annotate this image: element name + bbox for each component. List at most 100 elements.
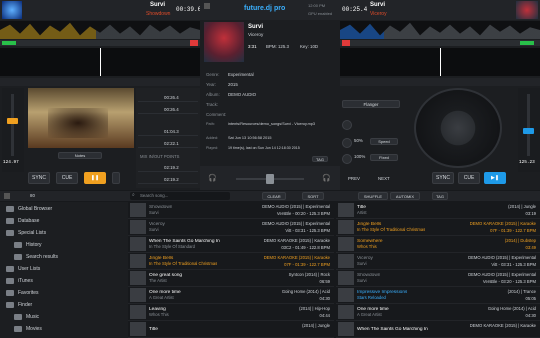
track-info: DEMO KARAOKE (2015) | Karaoke <box>469 221 536 226</box>
list-item[interactable]: One more time A Great Artist Going Home (2… <box>128 287 334 304</box>
left-overview-waveform[interactable] <box>0 21 200 39</box>
list-item[interactable]: One great song The Artist Syntcon (2014) |… <box>128 270 334 287</box>
cover-thumbnail <box>338 203 354 217</box>
shuffle-button[interactable]: SHUFFLE <box>358 192 388 200</box>
sidebar-item[interactable]: iTunes <box>0 275 128 287</box>
sidebar-item[interactable]: Movies <box>0 323 128 335</box>
track-details: 04:30 <box>319 296 330 301</box>
played-value: 19 time(s), last on Sun Jun 14 12:18:30 … <box>228 146 300 150</box>
sidebar-item[interactable]: Finder <box>0 299 128 311</box>
track-artist: Whos This <box>357 244 377 249</box>
left-cue-panel: 00:26.4 00:26.4 01:04.3 02:22.1 MIX IN/O… <box>136 88 200 188</box>
list-item[interactable]: When The Saints Go Marching In DEMO KARAO… <box>336 321 540 338</box>
automix-button[interactable]: AUTOMIX <box>390 192 420 200</box>
sidebar-item[interactable]: Music <box>0 311 128 323</box>
list-item[interactable]: One more time A Great Artist Going Home (2… <box>336 304 540 321</box>
center-key: Key: 10D <box>300 44 318 49</box>
mix-in-point[interactable]: 02:19.2 <box>138 164 198 172</box>
right-fx-knob-1[interactable] <box>342 120 352 130</box>
track-title: When The Saints Go Marching In <box>357 326 428 332</box>
sidebar-item[interactable]: Global Browser <box>0 203 128 215</box>
headphones-right-icon[interactable]: 🎧 <box>322 174 331 182</box>
cover-thumbnail <box>338 271 354 285</box>
search-input[interactable]: ⌕ Search song... <box>130 192 230 200</box>
cover-thumbnail <box>338 237 354 251</box>
left-scrolling-waveform[interactable] <box>0 48 200 76</box>
crossfader-handle[interactable] <box>266 174 274 184</box>
right-scrolling-waveform[interactable] <box>340 48 540 76</box>
list-item[interactable]: Leaving Whos This (2014) | Hip-Hop 04:44 <box>128 304 334 321</box>
list-item[interactable]: Viceroy Survi DEMO AUDIO (2015) | Experime… <box>336 253 540 270</box>
browser-tag-button[interactable]: TAG <box>432 192 448 200</box>
sidebar-item[interactable]: User Lists <box>0 263 128 275</box>
cue-point-1[interactable]: 00:26.4 <box>138 94 198 102</box>
right-fixed-select[interactable]: Fixed <box>370 154 398 161</box>
cue-point-2[interactable]: 00:26.4 <box>138 106 198 114</box>
right-effect-select[interactable]: Flanger <box>342 100 400 108</box>
list-item[interactable]: Showdown Survi DEMO AUDIO (2015) | Experim… <box>128 202 334 219</box>
menu-icon[interactable] <box>204 3 210 9</box>
headphones-left-icon[interactable]: 🎧 <box>208 174 217 182</box>
itunes-icon <box>6 278 14 284</box>
genre-label: Genre: <box>206 72 220 77</box>
right-next-label[interactable]: NEXT <box>378 176 390 181</box>
list-item[interactable]: When The Saints Go Marching In In The Sty… <box>128 236 334 253</box>
meta-comment: Comment: <box>206 112 228 117</box>
left-toolbar-icon[interactable] <box>4 193 10 199</box>
track-info: DEMO AUDIO (2015) | Experimental <box>468 255 536 260</box>
meta-genre: Genre: Experimental <box>206 72 254 77</box>
cover-thumbnail <box>338 322 354 336</box>
cue-time: 02:19.2 <box>164 165 179 170</box>
right-cue-button[interactable]: CUE <box>458 172 480 184</box>
right-fx-knob-3[interactable] <box>342 154 352 164</box>
track-details: 03:19 <box>525 211 536 216</box>
play-pause-icon: ▶❚ <box>490 175 500 181</box>
bpm-filter[interactable]: 80 <box>30 193 35 198</box>
cue-point-4[interactable]: 02:22.1 <box>138 140 198 148</box>
cover-thumbnail <box>338 305 354 319</box>
list-item[interactable]: Viceroy Survi DEMO AUDIO (2015) | Experime… <box>128 219 334 236</box>
list-item[interactable]: Title Artist (2014) | Jungle 03:19 <box>336 202 540 219</box>
sidebar-item[interactable]: Database <box>0 215 128 227</box>
bpm-value: 125.3 <box>277 44 289 49</box>
clear-button[interactable]: CLEAR <box>262 192 286 200</box>
sidebar-item-label: Database <box>18 218 40 224</box>
left-deck-header: Survi Showdown 00:39.6 <box>0 0 201 20</box>
list-item[interactable]: Jingle Bells In The Style Of Traditional … <box>128 253 334 270</box>
left-pitch-slider[interactable] <box>7 118 18 124</box>
track-info: DEMO KARAOKE (2015) | Karaoke <box>263 255 330 260</box>
right-sync-button[interactable]: SYNC <box>432 172 454 184</box>
right-prev-label[interactable]: PREV <box>348 176 360 181</box>
list-item[interactable]: Title (2014) | Jungle <box>128 321 334 338</box>
cue-point-3[interactable]: 01:04.3 <box>138 128 198 136</box>
left-loop-button[interactable] <box>112 172 120 184</box>
left-sync-button[interactable]: SYNC <box>28 172 50 184</box>
sort-button[interactable]: SORT <box>302 192 324 200</box>
right-pitch-slider[interactable] <box>523 128 534 134</box>
list-item[interactable]: Impressive Impressions Stars Reloaded (201… <box>336 287 540 304</box>
left-cue-button[interactable]: CUE <box>56 172 78 184</box>
list-item[interactable]: Showdown Survi DEMO AUDIO (2015) | Experim… <box>336 270 540 287</box>
left-effect-select[interactable]: Notes <box>58 152 102 159</box>
right-speed-select[interactable]: Speed <box>370 138 398 145</box>
cover-thumbnail <box>130 203 146 217</box>
sidebar-item[interactable]: Search results <box>0 251 128 263</box>
center-tag-button[interactable]: TAG <box>312 156 328 162</box>
track-info: (2014) | Jungle <box>508 204 536 209</box>
right-play-button[interactable]: ▶❚ <box>484 172 506 184</box>
right-jog-wheel[interactable] <box>414 88 502 168</box>
list-item[interactable]: Jingle Bells In The Style Of Traditional … <box>336 219 540 236</box>
sidebar-item[interactable]: Favorites <box>0 287 128 299</box>
track-details: 04:44 <box>319 313 330 318</box>
sidebar-item[interactable]: History <box>0 239 128 251</box>
list-item[interactable]: Somewhere Whos This (2014) | Dubstep 03:49 <box>336 236 540 253</box>
track-details: 06:59 <box>319 279 330 284</box>
right-overview-waveform[interactable] <box>340 21 540 39</box>
database-icon <box>6 218 14 224</box>
right-deck-cover <box>516 1 538 19</box>
mix-out-point[interactable]: 02:19.2 <box>138 176 198 184</box>
track-artist: In The Style Of Traditional Christmas <box>357 227 426 232</box>
left-play-button[interactable]: ❚❚ <box>84 172 106 184</box>
right-fx-knob-2[interactable] <box>342 138 352 148</box>
sidebar-item[interactable]: Special Lists <box>0 227 128 239</box>
